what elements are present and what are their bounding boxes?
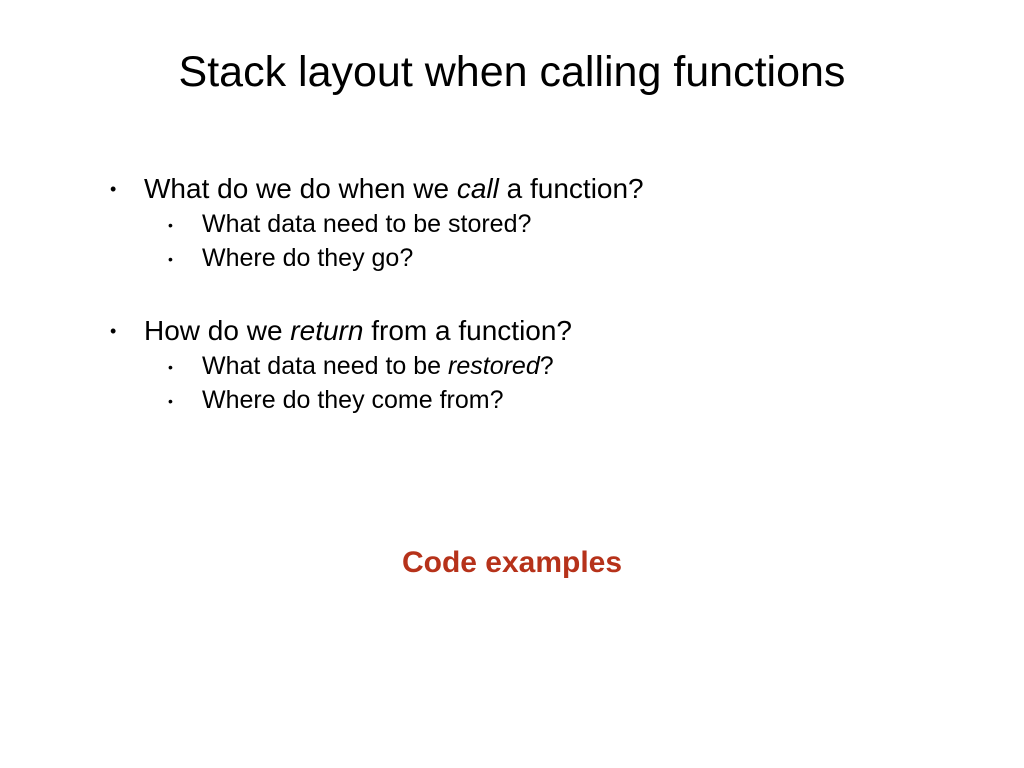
slide: Stack layout when calling functions • Wh… bbox=[0, 0, 1024, 768]
bullet-text: What do we do when we call a function? bbox=[144, 170, 644, 208]
sub-bullet-text: Where do they go? bbox=[202, 242, 413, 276]
slide-title: Stack layout when calling functions bbox=[0, 48, 1024, 97]
sub-bullet-text: What data need to be stored? bbox=[202, 208, 531, 242]
sub-bullet-item: • Where do they come from? bbox=[168, 384, 964, 418]
bullet-dot-icon: • bbox=[168, 384, 202, 418]
bullet-dot-icon: • bbox=[168, 242, 202, 276]
footer-label: Code examples bbox=[0, 546, 1024, 580]
sub-bullet-item: • Where do they go? bbox=[168, 242, 964, 276]
bullet-item-return: • How do we return from a function? bbox=[110, 312, 964, 350]
sub-bullet-text: What data need to be restored? bbox=[202, 350, 554, 384]
bullet-dot-icon: • bbox=[110, 170, 144, 208]
text-fragment: a function? bbox=[499, 173, 644, 204]
text-emphasis: call bbox=[457, 173, 499, 204]
sub-bullet-text: Where do they come from? bbox=[202, 384, 504, 418]
text-fragment: What do we do when we bbox=[144, 173, 457, 204]
sub-bullet-item: • What data need to be restored? bbox=[168, 350, 964, 384]
spacer bbox=[110, 276, 964, 312]
text-fragment: ? bbox=[540, 352, 554, 380]
bullet-dot-icon: • bbox=[168, 350, 202, 384]
bullet-dot-icon: • bbox=[168, 208, 202, 242]
text-fragment: How do we bbox=[144, 315, 290, 346]
bullet-dot-icon: • bbox=[110, 312, 144, 350]
bullet-text: How do we return from a function? bbox=[144, 312, 572, 350]
text-emphasis: return bbox=[290, 315, 363, 346]
slide-body: • What do we do when we call a function?… bbox=[110, 170, 964, 418]
bullet-item-call: • What do we do when we call a function? bbox=[110, 170, 964, 208]
text-emphasis: restored bbox=[448, 352, 540, 380]
text-fragment: What data need to be bbox=[202, 352, 448, 380]
text-fragment: from a function? bbox=[363, 315, 572, 346]
sub-bullet-item: • What data need to be stored? bbox=[168, 208, 964, 242]
